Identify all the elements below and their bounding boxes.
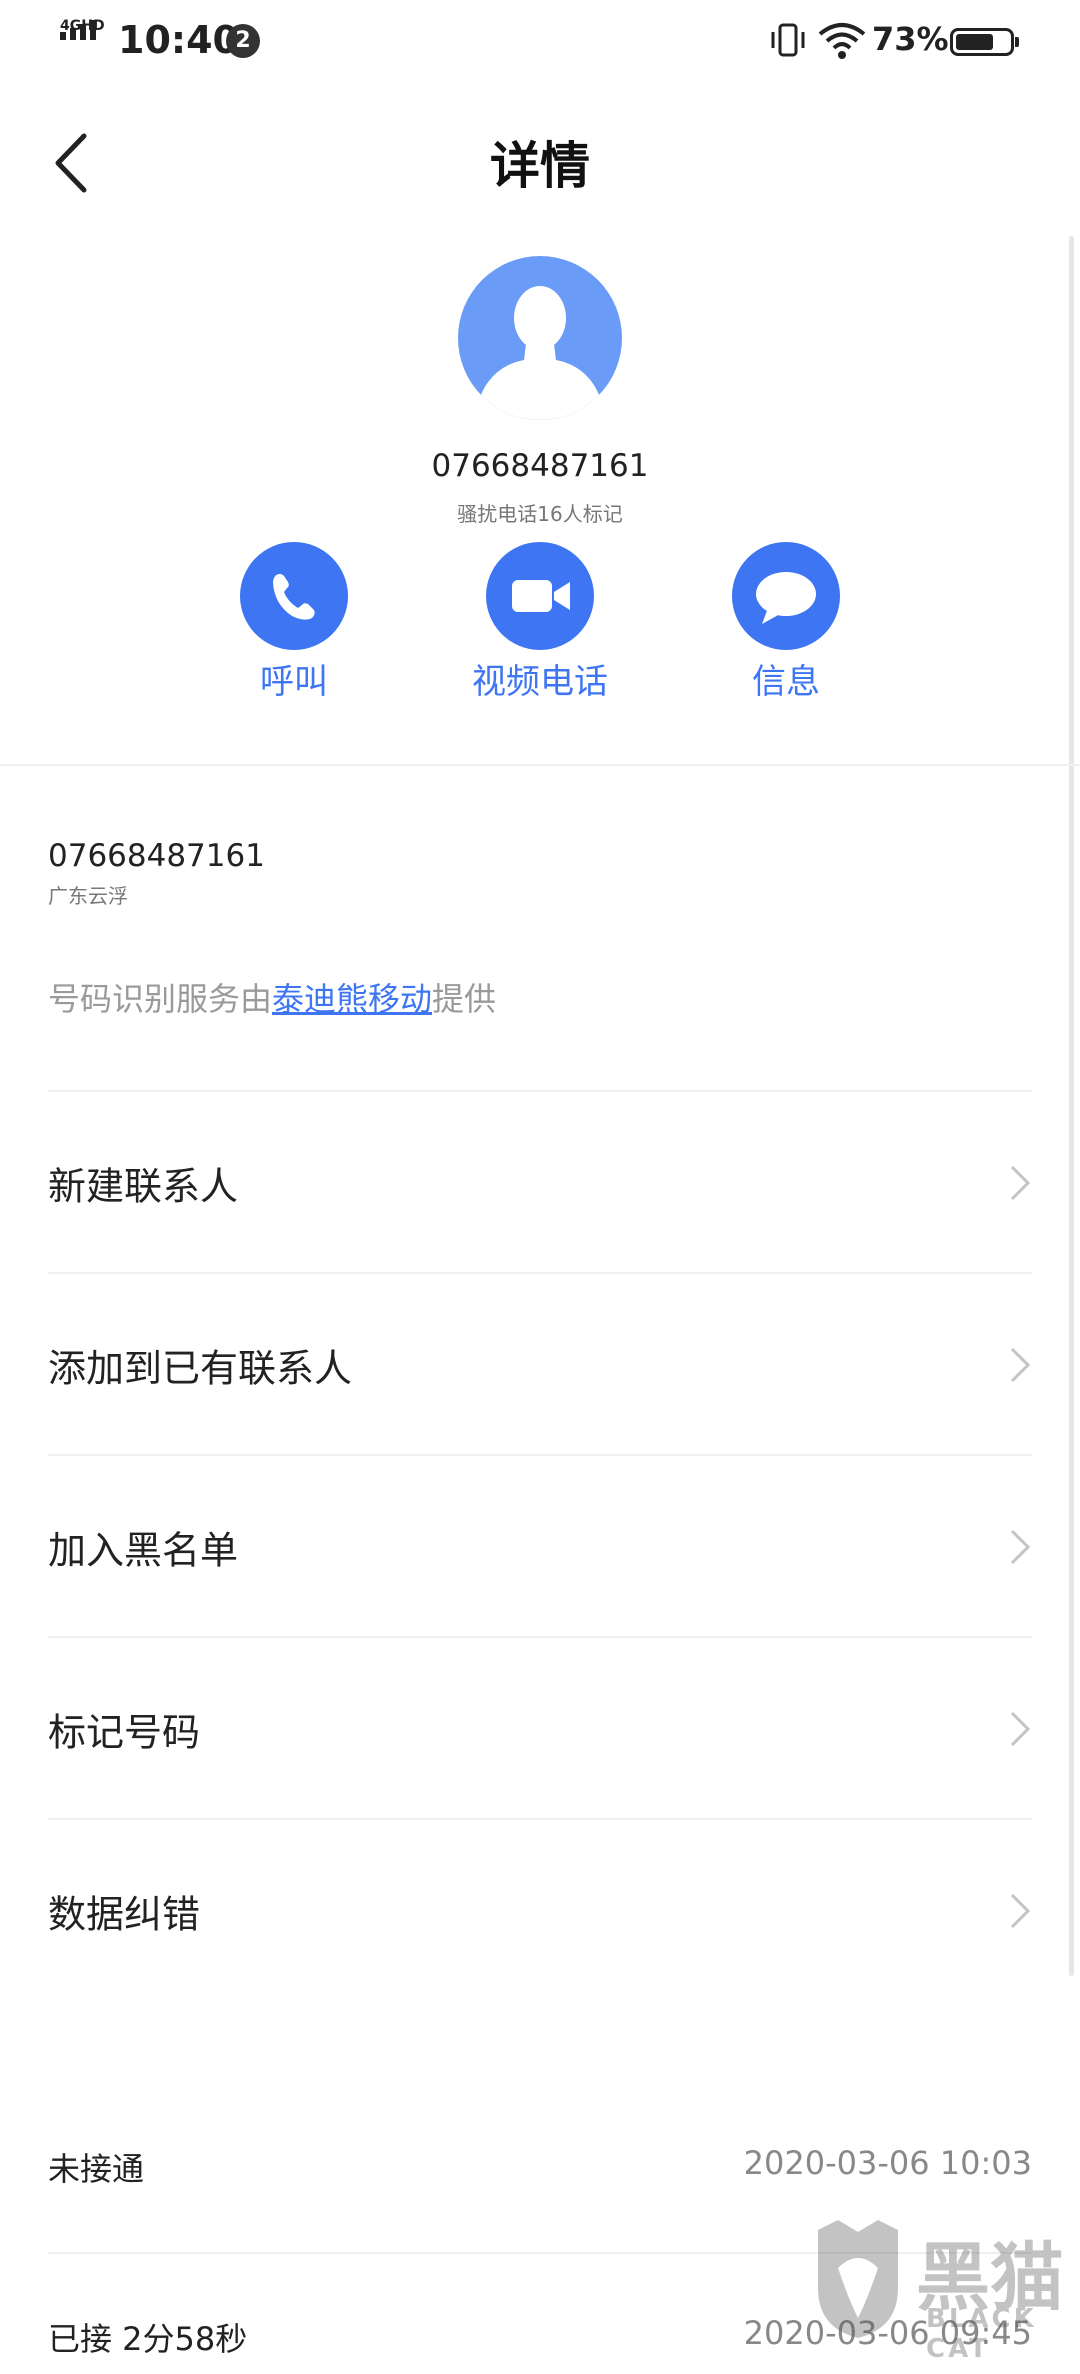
video-call-label: 视频电话 (472, 662, 608, 702)
provider-link[interactable]: 泰迪熊移动 (272, 980, 432, 1018)
spam-note: 骚扰电话16人标记 (457, 502, 623, 526)
menu-item-new-contact[interactable]: 新建联系人 (48, 1092, 1032, 1274)
menu-item-label: 新建联系人 (48, 1164, 239, 1209)
provider-note: 号码识别服务由泰迪熊移动提供 (48, 974, 496, 1020)
page-title: 详情 (490, 137, 590, 195)
video-icon (512, 580, 570, 612)
menu-item-blacklist[interactable]: 加入黑名单 (48, 1456, 1032, 1638)
number-info-number: 07668487161 (48, 838, 265, 874)
contact-number: 07668487161 (431, 448, 649, 484)
call-status: 未接通 (48, 2150, 145, 2188)
menu-item-add-to-existing[interactable]: 添加到已有联系人 (48, 1274, 1032, 1456)
provider-suffix: 提供 (432, 980, 497, 1018)
message-label: 信息 (752, 662, 820, 702)
call-time: 2020-03-06 10:03 (743, 2144, 1032, 2182)
watermark-subtext: BLACK CAT (926, 2304, 1037, 2364)
menu-item-label: 加入黑名单 (48, 1528, 239, 1573)
app-header: 详情 (0, 110, 1080, 210)
menu-item-data-correction[interactable]: 数据纠错 (48, 1820, 1032, 2002)
call-log-row[interactable]: 未接通 2020-03-06 10:03 (48, 2144, 1032, 2204)
call-label: 呼叫 (260, 662, 328, 702)
chevron-right-icon (1010, 1711, 1031, 1747)
video-call-button[interactable]: 视频电话 (440, 542, 640, 702)
section-divider (0, 764, 1080, 766)
chevron-right-icon (1010, 1893, 1031, 1929)
number-info-location: 广东云浮 (48, 884, 128, 908)
avatar (458, 256, 622, 420)
chevron-right-icon (1010, 1347, 1031, 1383)
scrollbar[interactable] (1069, 236, 1074, 1976)
notification-badge: 2 (226, 24, 260, 58)
battery-icon (950, 28, 1019, 56)
watermark-logo: 黑猫 BLACK CAT (808, 2218, 1080, 2364)
provider-prefix: 号码识别服务由 (48, 980, 273, 1018)
message-icon (756, 572, 816, 624)
call-button[interactable]: 呼叫 (194, 542, 394, 702)
menu-item-label: 添加到已有联系人 (48, 1346, 353, 1391)
menu-item-mark-number[interactable]: 标记号码 (48, 1638, 1032, 1820)
signal-icon: 4GHD (58, 18, 106, 60)
cat-logo-icon (818, 2220, 898, 2338)
message-button[interactable]: 信息 (686, 542, 886, 702)
menu-item-label: 标记号码 (48, 1710, 201, 1755)
phone-icon (273, 574, 315, 620)
clock: 10:40 (118, 18, 239, 62)
chevron-right-icon (1010, 1529, 1031, 1565)
battery-percent: 73% (872, 20, 949, 58)
status-bar: 4GHD 10:40 2 73% (0, 0, 1080, 80)
chevron-right-icon (1010, 1165, 1031, 1201)
menu-item-label: 数据纠错 (48, 1892, 201, 1937)
vibrate-icon (768, 22, 808, 62)
person-silhouette-icon (474, 286, 606, 420)
wifi-icon (818, 22, 866, 64)
call-status: 已接 2分58秒 (48, 2320, 248, 2358)
